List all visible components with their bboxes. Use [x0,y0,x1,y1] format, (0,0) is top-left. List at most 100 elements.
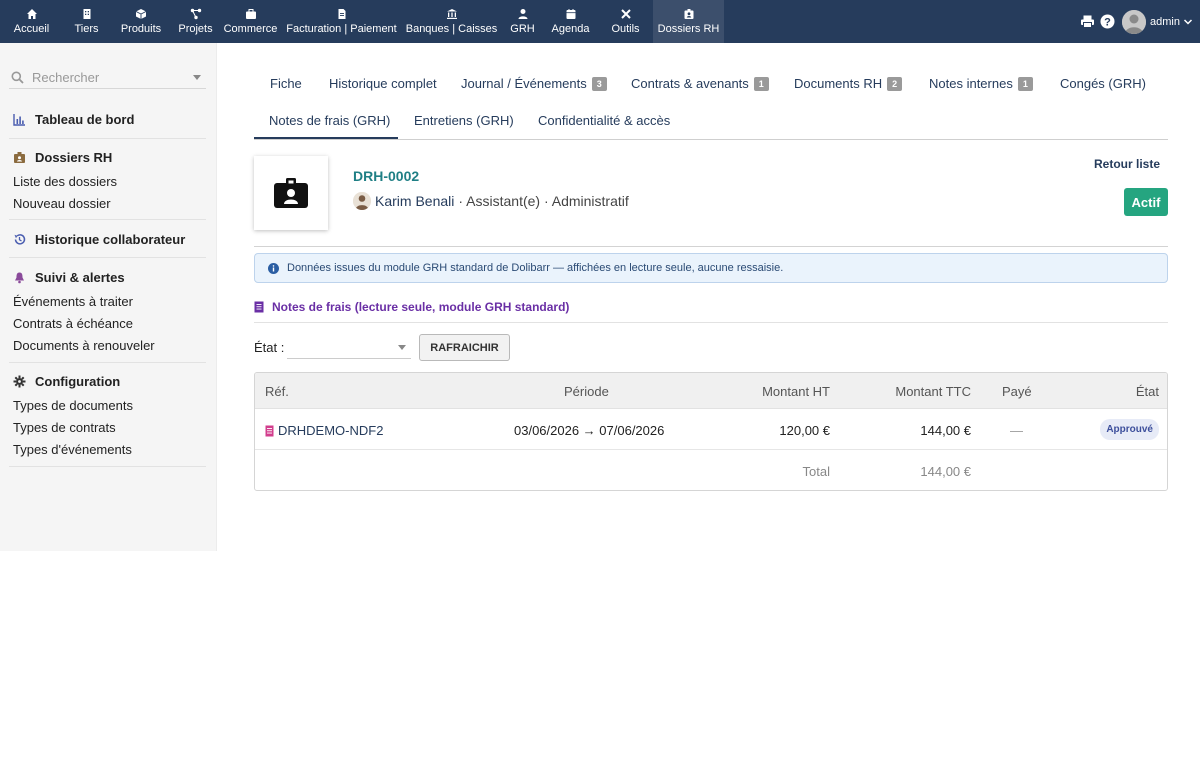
nav-facturation[interactable]: Facturation | Paiement [282,0,401,43]
collaborator-name[interactable]: Karim Benali [375,193,454,209]
tab-notes-de-frais[interactable]: Notes de frais (GRH) [269,113,390,128]
refresh-button[interactable]: RAFRAICHIR [419,334,510,361]
expense-ref-link[interactable]: DRHDEMO-NDF2 [265,423,383,438]
tab-label: Fiche [270,76,302,91]
nav-dossiers-rh[interactable]: Dossiers RH [653,0,724,43]
cell-paye: — [1010,423,1023,438]
sidebar-item-types-evenements[interactable]: Types d'événements [13,442,132,457]
sidebar-dashboard[interactable]: Tableau de bord [13,112,134,127]
help-icon[interactable]: ? [1100,14,1115,29]
dossier-photo [254,156,328,230]
sidebar-item-types-documents[interactable]: Types de documents [13,398,133,413]
col-periode[interactable]: Période [564,384,609,399]
sidebar-item-nouveau-dossier[interactable]: Nouveau dossier [13,196,111,211]
chevron-down-icon[interactable] [1183,17,1193,27]
sidebar-item-liste-dossiers[interactable]: Liste des dossiers [13,174,117,189]
briefcase-icon [245,9,256,19]
sidebar-item-evenements[interactable]: Événements à traiter [13,294,133,309]
nav-banques[interactable]: Banques | Caisses [401,0,502,43]
nav-accueil[interactable]: Accueil [0,0,63,43]
count-badge: 2 [887,76,903,91]
tab-historique-complet[interactable]: Historique complet [329,76,437,91]
status-badge: Actif [1124,188,1168,216]
avatar[interactable] [1122,9,1147,34]
collaborator-role: · Assistant(e) · Administratif [458,193,629,209]
calendar-icon [566,9,575,19]
expense-ref: DRHDEMO-NDF2 [278,423,384,438]
id-badge-icon [14,152,25,163]
cube-icon [135,9,147,19]
count-badge: 1 [1017,76,1033,91]
tools-icon [620,9,631,19]
sidebar-item-documents-renouveler[interactable]: Documents à renouveler [13,338,155,353]
col-etat[interactable]: État [1136,384,1159,399]
sidebar-divider [9,362,206,363]
tab-label: Documents RH [794,76,883,91]
sidebar-divider [9,257,206,258]
info-text: Données issues du module GRH standard de… [287,262,784,274]
section-title: Notes de frais (lecture seule, module GR… [254,300,569,314]
sidebar-dashboard-label: Tableau de bord [35,112,135,127]
nav-commerce[interactable]: Commerce [219,0,282,43]
tab-fiche[interactable]: Fiche [270,76,302,91]
tab-notes-internes[interactable]: Notes internes 1 [929,76,1033,91]
status-badge: Approuvé [1100,419,1159,440]
tab-confidentialite[interactable]: Confidentialité & accès [538,113,670,128]
section-divider [254,322,1168,323]
tab-label: Confidentialité & accès [538,113,671,128]
sidebar-configuration-label: Configuration [35,374,121,389]
id-badge-icon [684,9,693,19]
tab-label: Notes internes [929,76,1013,91]
nav-tiers[interactable]: Tiers [63,0,110,43]
nav-projets[interactable]: Projets [172,0,219,43]
table-row: DRHDEMO-NDF2 03/06/2026 → 07/06/2026 120… [255,410,1167,450]
user-icon [518,9,527,19]
dossier-ref: DRH-0002 [353,168,420,184]
col-montant-ht[interactable]: Montant HT [762,384,830,399]
nav-outils[interactable]: Outils [598,0,653,43]
bell-icon [15,272,24,284]
bank-icon [446,9,457,19]
active-tab-indicator [254,137,398,139]
tab-label: Congés (GRH) [1060,76,1146,91]
nav-produits[interactable]: Produits [110,0,172,43]
search-icon [11,71,24,84]
sidebar-suivi-alertes[interactable]: Suivi & alertes [13,270,125,285]
search-placeholder: Rechercher [32,69,100,85]
sidebar-item-contrats-echeance[interactable]: Contrats à échéance [13,316,133,331]
history-icon [14,234,26,245]
col-ref[interactable]: Réf. [265,384,289,399]
svg-text:?: ? [1104,17,1111,29]
tab-journal-evenements[interactable]: Journal / Événements 3 [461,76,607,91]
print-icon[interactable] [1080,14,1095,29]
expense-report-icon [265,425,274,436]
nav-grh[interactable]: GRH [502,0,543,43]
tab-conges-grh[interactable]: Congés (GRH) [1060,76,1146,91]
search-dropdown-caret[interactable] [193,74,201,80]
sidebar-item-types-contrats[interactable]: Types de contrats [13,420,116,435]
gear-icon [13,375,26,388]
building-icon [83,9,90,19]
back-to-list-link[interactable]: Retour liste [1094,157,1160,171]
col-paye[interactable]: Payé [1002,384,1032,399]
tab-entretiens[interactable]: Entretiens (GRH) [414,113,514,128]
col-montant-ttc[interactable]: Montant TTC [895,384,971,399]
tab-contrats-avenants[interactable]: Contrats & avenants 1 [631,76,769,91]
nav-agenda[interactable]: Agenda [543,0,598,43]
sidebar-configuration[interactable]: Configuration [13,374,120,389]
sidebar-dossiers-rh[interactable]: Dossiers RH [13,150,112,165]
sidebar-divider [9,138,206,139]
filter-label: État : [254,340,285,355]
table-total-row: Total 144,00 € [255,451,1167,490]
cell-montant-ht: 120,00 € [779,423,830,438]
tab-documents-rh[interactable]: Documents RH 2 [794,76,903,91]
expense-report-icon [254,301,264,313]
search-input[interactable]: Rechercher [9,66,206,89]
count-badge: 3 [591,76,607,91]
tab-label: Contrats & avenants [631,76,749,91]
sidebar-historique[interactable]: Historique collaborateur [13,232,185,247]
username[interactable]: admin [1150,16,1180,28]
etat-filter-select[interactable] [287,335,411,359]
sidebar-divider [9,466,206,467]
tab-label: Journal / Événements [461,76,587,91]
